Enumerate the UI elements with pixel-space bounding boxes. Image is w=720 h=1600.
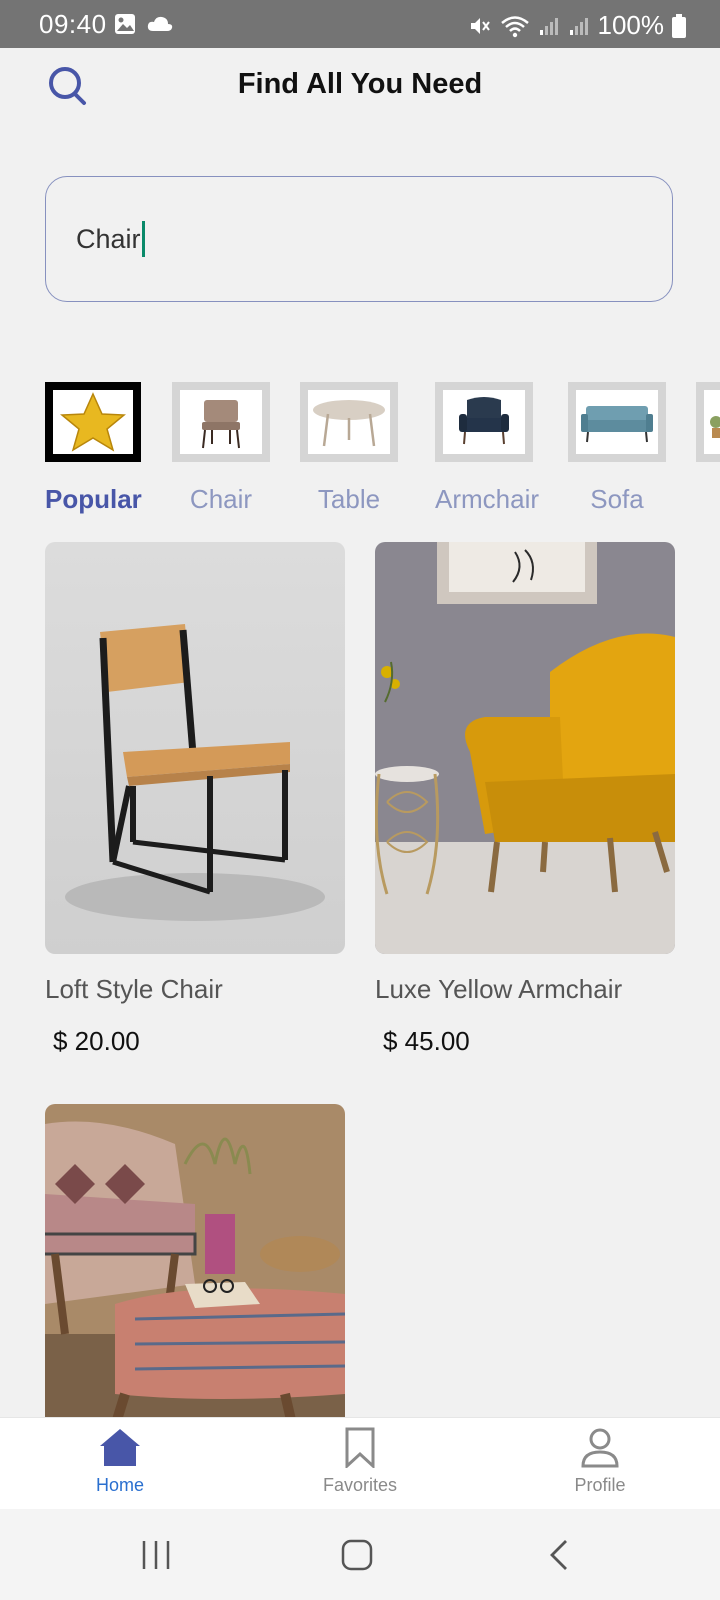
category-label: Sofa: [590, 484, 644, 514]
patterned-chair-image: [45, 1104, 345, 1420]
app-header: Find All You Need: [0, 48, 720, 128]
battery-percent: 100%: [597, 10, 665, 40]
category-thumbnail: [45, 382, 141, 462]
nav-favorites[interactable]: Favorites: [280, 1426, 440, 1496]
nav-home[interactable]: Home: [40, 1426, 200, 1496]
chair-thumbnail: [202, 400, 240, 449]
category-label: Table: [317, 484, 381, 514]
back-icon[interactable]: [546, 1538, 572, 1572]
bottom-navigation: Home Favorites Profile: [0, 1417, 720, 1510]
status-time: 09:40: [39, 9, 107, 39]
product-name: Luxe Yellow Armchair: [375, 974, 623, 1004]
category-label: Armchair: [435, 484, 540, 514]
recent-apps-icon[interactable]: [138, 1539, 174, 1571]
product-price: $ 45.00: [383, 1026, 470, 1056]
category-list: Popular Chair Table Armchair Sofa: [0, 382, 720, 522]
nav-label: Home: [95, 1475, 144, 1495]
search-input[interactable]: Chair: [45, 176, 673, 302]
cloud-icon: [147, 16, 173, 31]
category-label: Chair: [189, 484, 253, 514]
yellow-armchair-image: [375, 542, 675, 954]
category-thumbnail: [300, 382, 398, 462]
product-name: Loft Style Chair: [45, 974, 223, 1004]
nav-profile[interactable]: Profile: [520, 1426, 680, 1496]
bookmark-icon: [345, 1427, 375, 1470]
category-more[interactable]: [696, 382, 720, 462]
page-title: Find All You Need: [237, 68, 483, 100]
home-icon: [100, 1429, 140, 1466]
table-thumbnail: [313, 400, 385, 447]
product-card[interactable]: Luxe Yellow Armchair $ 45.00: [375, 542, 675, 1056]
status-left-icons: [114, 13, 174, 35]
loft-chair-image: [45, 542, 345, 954]
category-table[interactable]: Table: [300, 382, 398, 515]
product-image[interactable]: [45, 542, 345, 954]
nav-label: Favorites: [322, 1475, 398, 1495]
category-popular[interactable]: Popular: [45, 382, 142, 515]
star-icon: [54, 390, 132, 454]
category-thumbnail: [172, 382, 270, 462]
category-thumbnail: [568, 382, 666, 462]
sofa-thumbnail: [581, 406, 653, 443]
signal-icon: [569, 17, 588, 35]
category-thumbnail: [435, 382, 533, 462]
image-icon: [115, 14, 135, 34]
product-card[interactable]: [45, 1104, 345, 1420]
category-label: Popular: [45, 484, 142, 514]
category-armchair[interactable]: Armchair: [435, 382, 540, 515]
mute-icon: [470, 17, 490, 34]
category-thumbnail: [696, 382, 720, 462]
product-price: $ 20.00: [53, 1026, 140, 1056]
category-sofa[interactable]: Sofa: [568, 382, 666, 515]
product-image[interactable]: [45, 1104, 345, 1420]
product-image[interactable]: [375, 542, 675, 954]
wifi-icon: [500, 15, 529, 37]
status-right-icons: 100%: [468, 10, 686, 41]
battery-icon: [672, 13, 686, 38]
text-caret: [141, 221, 145, 257]
profile-icon: [581, 1428, 619, 1468]
search-input-value[interactable]: Chair: [76, 221, 145, 259]
category-chair[interactable]: Chair: [172, 382, 270, 515]
home-button-icon[interactable]: [340, 1538, 374, 1572]
status-bar: 09:40 100%: [0, 0, 720, 48]
signal-icon: [539, 17, 558, 35]
product-card[interactable]: Loft Style Chair $ 20.00: [45, 542, 345, 1056]
plant-thumbnail: [710, 416, 720, 438]
system-navigation-bar: [0, 1509, 720, 1600]
armchair-thumbnail: [459, 397, 509, 445]
nav-label: Profile: [574, 1475, 626, 1495]
